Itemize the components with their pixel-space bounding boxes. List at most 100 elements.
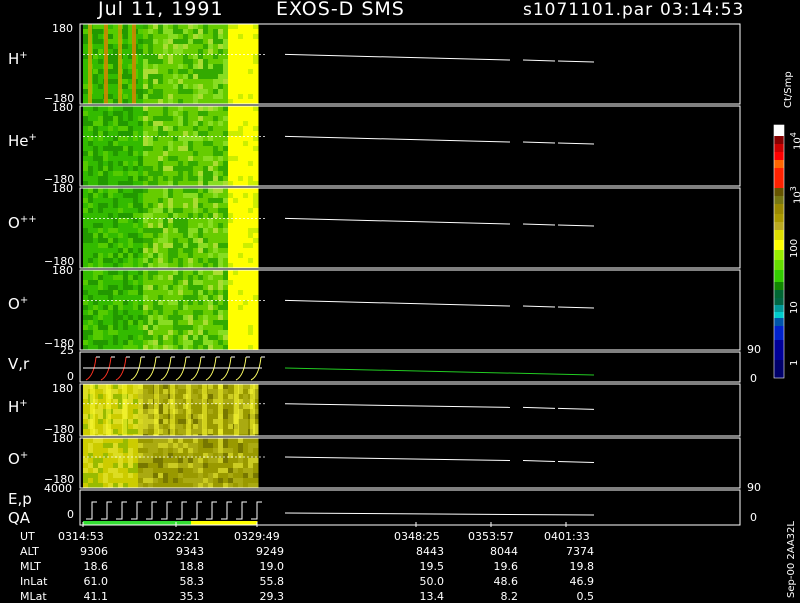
heatmap-cell (233, 59, 239, 65)
heatmap-cell (203, 330, 209, 336)
heatmap-cell (143, 39, 149, 45)
heatmap-cell (203, 478, 209, 484)
heatmap-cell (228, 74, 234, 80)
heatmap-cell (233, 151, 239, 157)
heatmap-cell (163, 458, 169, 464)
heatmap-cell (218, 228, 224, 234)
heatmap-cell (248, 121, 254, 127)
heatmap-cell (178, 44, 184, 50)
heatmap-cell (253, 243, 259, 249)
heatmap-cell (83, 448, 89, 454)
heatmap-cell (148, 340, 154, 346)
heatmap-cell (128, 116, 134, 122)
heatmap-cell (153, 198, 159, 204)
heatmap-cell (178, 223, 184, 229)
heatmap-cell (113, 315, 119, 321)
heatmap-cell (208, 404, 214, 410)
heatmap-cell (248, 233, 254, 239)
heatmap-cell (193, 171, 199, 177)
heatmap-cell (103, 315, 109, 321)
heatmap-cell (118, 188, 124, 194)
heatmap-cell (108, 111, 114, 117)
heatmap-cell (153, 89, 159, 95)
heatmap-cell (188, 121, 194, 127)
heatmap-cell (88, 111, 94, 117)
panel-frame (79, 489, 741, 526)
heatmap-cell (128, 223, 134, 229)
header-date: Jul 11, 1991 (98, 0, 224, 20)
colorbar-cell (774, 188, 784, 196)
heatmap-cell (208, 305, 214, 311)
heatmap-cell (133, 409, 139, 415)
heatmap-cell (133, 228, 139, 234)
heatmap-cell (98, 29, 104, 35)
heatmap-cell (208, 325, 214, 331)
heatmap-cell (168, 188, 174, 194)
heatmap-cell (208, 156, 214, 162)
heatmap-cell (203, 438, 209, 444)
heatmap-cell (143, 188, 149, 194)
heatmap-cell (123, 248, 129, 254)
heatmap-cell (113, 270, 119, 276)
heatmap-cell (88, 315, 94, 321)
trace-line (284, 403, 511, 408)
heatmap-cell (233, 285, 239, 291)
heatmap-cell (228, 340, 234, 346)
heatmap-cell (123, 270, 129, 276)
heatmap-cell (188, 275, 194, 281)
heatmap-cell (83, 64, 89, 70)
heatmap-cell (178, 69, 184, 75)
heatmap-cell (228, 305, 234, 311)
heatmap-cell (178, 89, 184, 95)
heatmap-cell (88, 335, 94, 341)
heatmap-cell (243, 384, 249, 390)
heatmap-cell (153, 131, 159, 137)
heatmap-cell (183, 156, 189, 162)
heatmap-cell (188, 54, 194, 60)
heatmap-cell (163, 89, 169, 95)
heatmap-cell (213, 438, 219, 444)
heatmap-cell (93, 64, 99, 70)
heatmap-cell (203, 151, 209, 157)
heatmap-cell (228, 429, 234, 435)
colorbar-cell (774, 290, 784, 298)
heatmap-cell (93, 121, 99, 127)
heatmap-cell (193, 285, 199, 291)
heatmap-cell (93, 270, 99, 276)
heatmap-cell (93, 305, 99, 311)
heatmap-cell (228, 330, 234, 336)
heatmap-cell (188, 29, 194, 35)
heatmap-cell (133, 111, 139, 117)
heatmap-cell (193, 290, 199, 296)
heatmap-cell (128, 121, 134, 127)
heatmap-cell (248, 280, 254, 286)
heatmap-cell (148, 384, 154, 390)
heatmap-cell (93, 258, 99, 264)
heatmap-cell (248, 29, 254, 35)
heatmap-cell (203, 223, 209, 229)
heatmap-cell (138, 320, 144, 326)
heatmap-cell (193, 429, 199, 435)
heatmap-cell (253, 248, 259, 254)
heatmap-cell (233, 290, 239, 296)
heatmap-cell (123, 315, 129, 321)
heatmap-cell (183, 295, 189, 301)
heatmap-cell (253, 193, 259, 199)
heatmap-cell (223, 424, 229, 430)
heatmap-cell (123, 223, 129, 229)
heatmap-cell (153, 121, 159, 127)
heatmap-cell (168, 305, 174, 311)
heatmap-cell (228, 280, 234, 286)
heatmap-cell (193, 478, 199, 484)
heatmap-cell (173, 310, 179, 316)
heatmap-cell (188, 161, 194, 167)
heatmap-cell (228, 438, 234, 444)
heatmap-cell (143, 325, 149, 331)
heatmap-cell (193, 151, 199, 157)
heatmap-cell (98, 409, 104, 415)
heatmap-cell (168, 218, 174, 224)
heatmap-cell (88, 233, 94, 239)
heatmap-cell (148, 243, 154, 249)
heatmap-cell (198, 223, 204, 229)
heatmap-cell (253, 59, 259, 65)
